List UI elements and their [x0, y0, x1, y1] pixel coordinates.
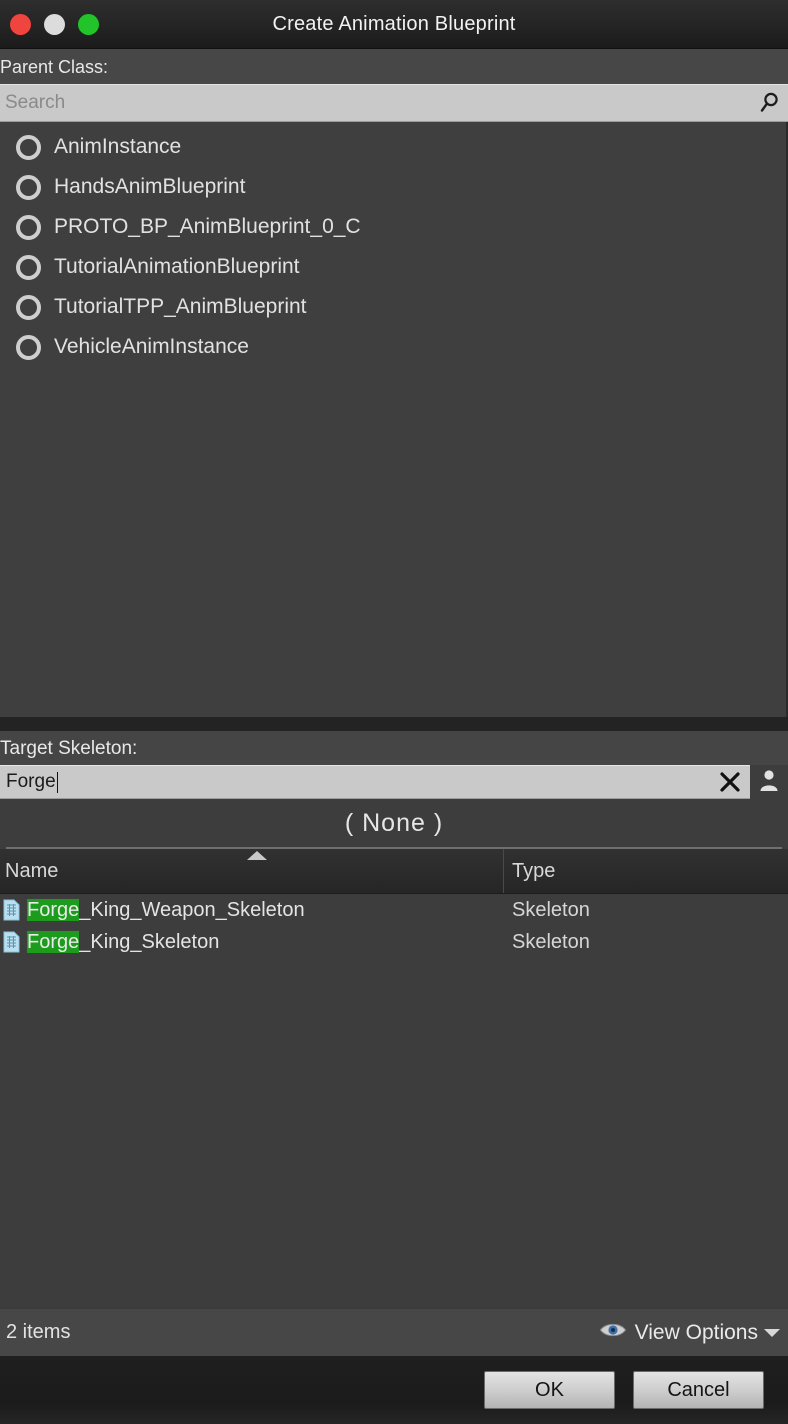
column-header-name-label: Name [5, 859, 59, 882]
view-options-label: View Options [634, 1320, 758, 1344]
parent-class-option-label: PROTO_BP_AnimBlueprint_0_C [54, 215, 361, 238]
table-row-name: Forge_King_Skeleton [27, 930, 220, 954]
target-skeleton-label: Target Skeleton: [0, 731, 788, 765]
create-animation-blueprint-dialog: Create Animation Blueprint Parent Class:… [0, 0, 788, 1424]
eye-icon [599, 1321, 627, 1344]
table-row[interactable]: Forge_King_Weapon_Skeleton Skeleton [0, 894, 788, 926]
target-skeleton-search-row: Forge [0, 765, 788, 799]
radio-button-icon[interactable] [16, 254, 41, 280]
close-window-button[interactable] [10, 13, 31, 35]
item-count-label: 2 items [6, 1321, 71, 1343]
radio-button-icon[interactable] [16, 294, 41, 320]
parent-class-search-placeholder: Search [5, 92, 66, 113]
parent-class-option[interactable]: HandsAnimBlueprint [0, 167, 786, 207]
selected-skeleton-row: ( None ) [0, 799, 788, 847]
target-skeleton-search-value: Forge [6, 771, 56, 792]
window-title: Create Animation Blueprint [272, 12, 516, 35]
radio-button-icon[interactable] [16, 334, 41, 360]
table-row-name-rest: _King_Skeleton [79, 930, 220, 953]
skeleton-asset-icon [3, 899, 20, 921]
parent-class-option[interactable]: VehicleAnimInstance [0, 327, 786, 367]
chevron-down-icon [764, 1328, 780, 1337]
window-controls [0, 13, 99, 35]
parent-class-list[interactable]: AnimInstance HandsAnimBlueprint PROTO_BP… [0, 122, 788, 717]
parent-class-option[interactable]: TutorialAnimationBlueprint [0, 247, 786, 287]
cancel-button[interactable]: Cancel [633, 1371, 764, 1409]
selected-skeleton-value: ( None ) [344, 808, 444, 837]
clear-search-button[interactable] [710, 770, 750, 794]
dialog-footer: OK Cancel [0, 1356, 788, 1424]
parent-class-option[interactable]: AnimInstance [0, 127, 786, 167]
row-name-cell: Forge_King_Skeleton [0, 930, 504, 954]
parent-class-option[interactable]: PROTO_BP_AnimBlueprint_0_C [0, 207, 786, 247]
asset-table-header: Name Type [0, 849, 788, 894]
parent-class-option-label: TutorialAnimationBlueprint [54, 255, 300, 278]
section-divider [0, 717, 788, 731]
table-row-name-rest: _King_Weapon_Skeleton [79, 898, 305, 921]
search-icon [750, 91, 788, 115]
ok-button[interactable]: OK [484, 1371, 615, 1409]
radio-button-icon[interactable] [16, 134, 41, 160]
asset-status-bar: 2 items View Options [0, 1308, 788, 1356]
row-name-cell: Forge_King_Weapon_Skeleton [0, 898, 504, 922]
parent-class-option-label: VehicleAnimInstance [54, 335, 249, 358]
target-skeleton-search-input[interactable]: Forge [0, 765, 750, 799]
parent-class-option-label: TutorialTPP_AnimBlueprint [54, 295, 307, 318]
search-match-highlight: Forge [27, 930, 80, 953]
sort-ascending-icon [247, 851, 267, 860]
search-match-highlight: Forge [27, 898, 80, 921]
table-row-type: Skeleton [512, 898, 590, 921]
radio-button-icon[interactable] [16, 214, 41, 240]
text-cursor [56, 771, 58, 793]
table-row-type: Skeleton [512, 930, 590, 953]
window-titlebar: Create Animation Blueprint [0, 0, 788, 49]
skeleton-asset-icon [3, 931, 20, 953]
view-options-button[interactable]: View Options [599, 1321, 780, 1345]
column-header-type[interactable]: Type [504, 849, 788, 893]
table-row[interactable]: Forge_King_Skeleton Skeleton [0, 926, 788, 958]
parent-class-option[interactable]: TutorialTPP_AnimBlueprint [0, 287, 786, 327]
column-header-name[interactable]: Name [0, 849, 504, 893]
person-icon [756, 767, 782, 798]
parent-class-option-label: HandsAnimBlueprint [54, 175, 246, 198]
table-row-name: Forge_King_Weapon_Skeleton [27, 898, 305, 922]
asset-table-body[interactable]: Forge_King_Weapon_Skeleton Skeleton Forg… [0, 894, 788, 1308]
zoom-window-button[interactable] [78, 13, 99, 35]
asset-picker-button[interactable] [750, 765, 788, 799]
minimize-window-button[interactable] [44, 13, 65, 35]
parent-class-option-label: AnimInstance [54, 135, 182, 158]
parent-class-search-field[interactable]: Search [0, 84, 788, 122]
parent-class-label: Parent Class: [0, 49, 788, 84]
radio-button-icon[interactable] [16, 174, 41, 200]
column-header-type-label: Type [512, 859, 556, 882]
